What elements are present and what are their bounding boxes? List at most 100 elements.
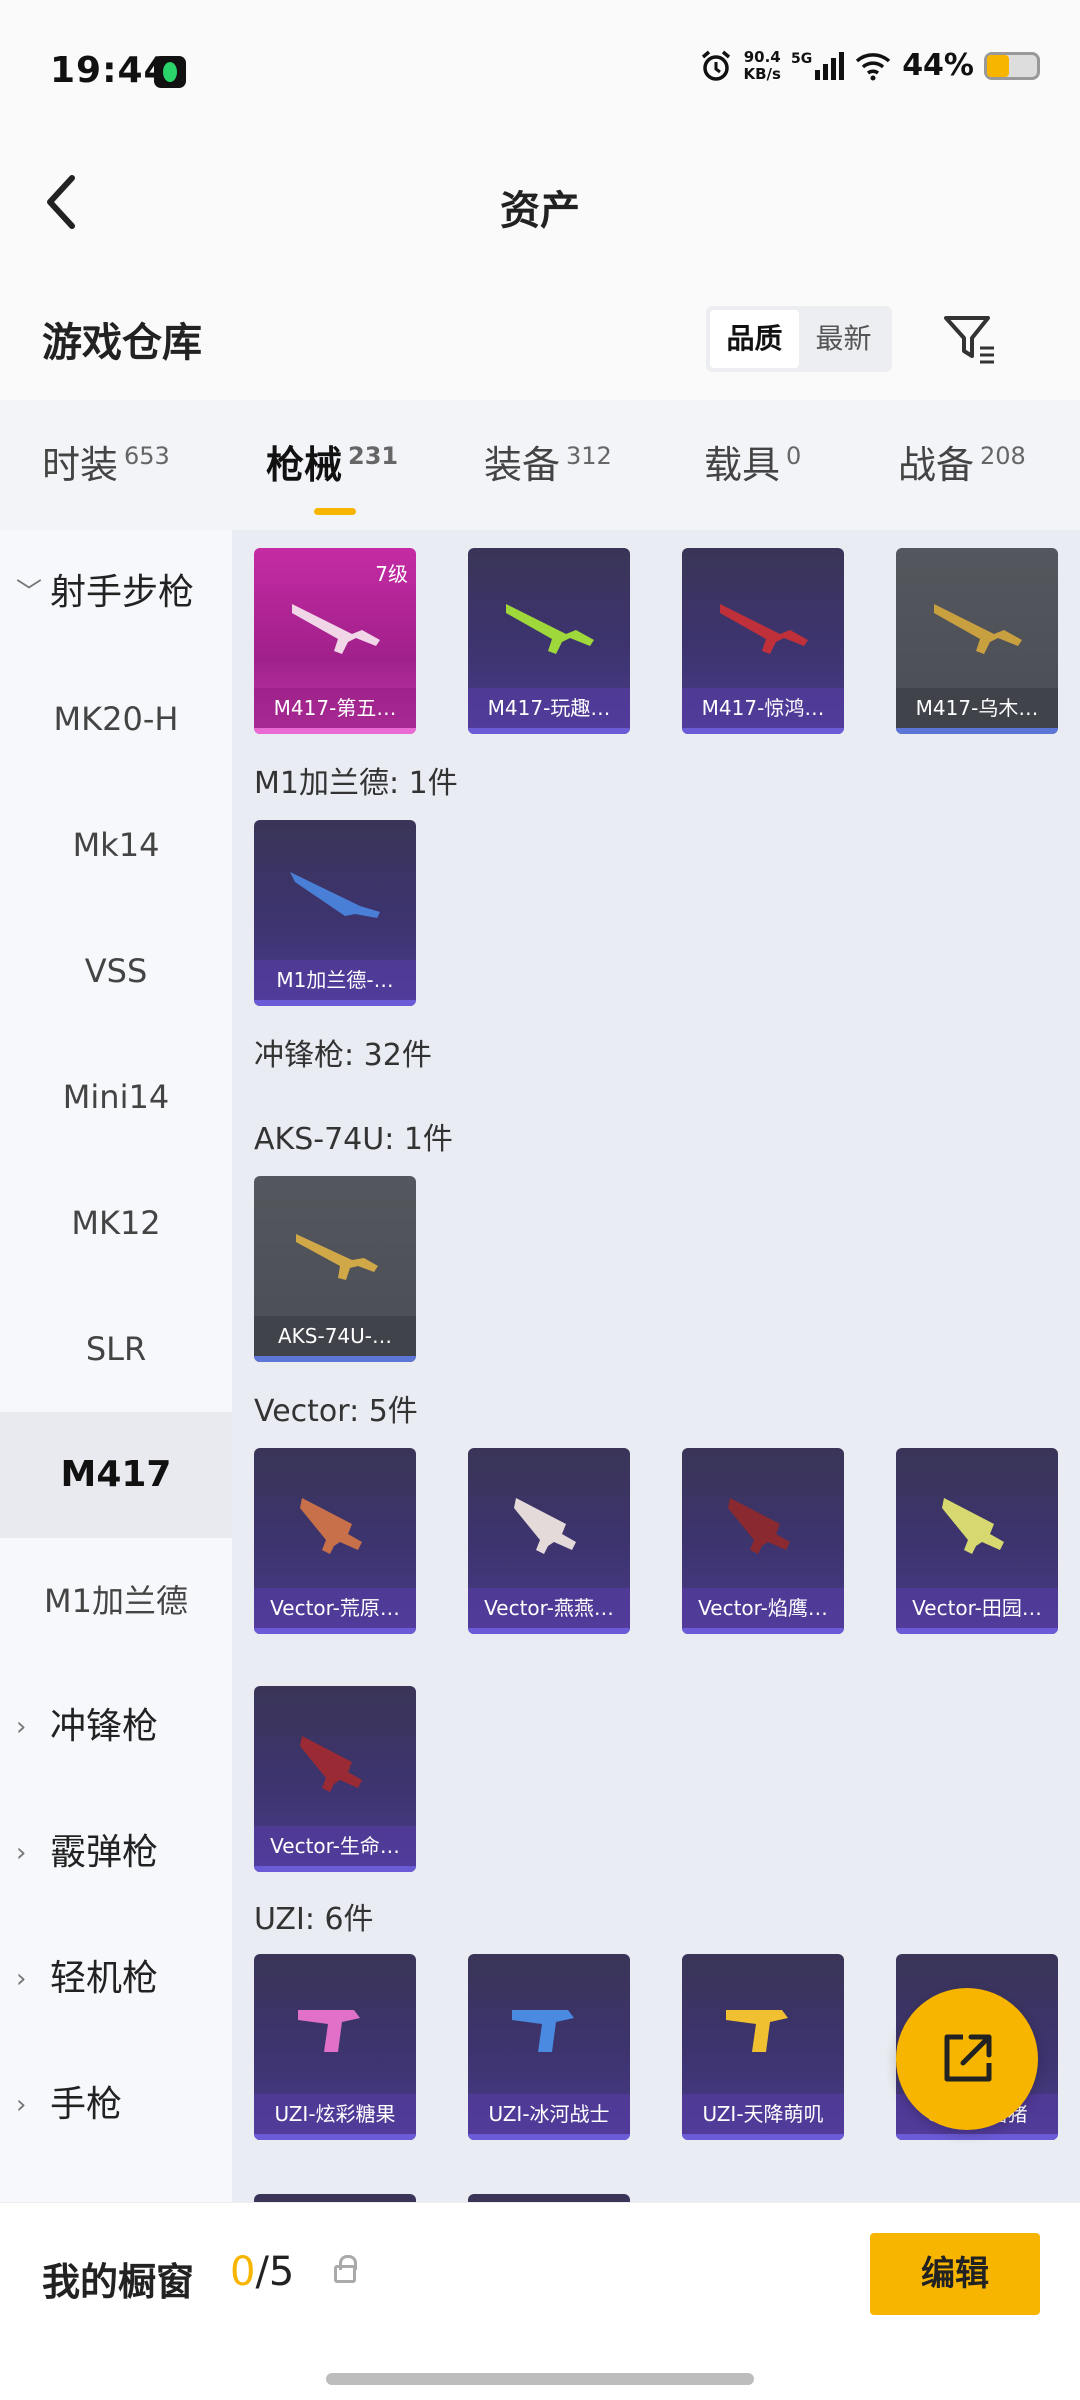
smg-icon [296,1234,378,1280]
item-label: Vector-燕燕… [468,1588,630,1628]
warehouse-title: 游戏仓库 [42,320,202,366]
app-screen: 19:44 90.4 KB/s 5G 44% 资产 游戏仓库 品质 最新 时装 65… [0,0,1080,2400]
rifle-icon [292,604,380,654]
item-level-badge: 7级 [375,562,408,586]
sort-toggle: 品质 最新 [706,306,892,372]
item-card[interactable]: Vector-荒原… [254,1448,416,1634]
smg-icon [942,1498,1004,1554]
alarm-icon [702,50,731,81]
item-label: UZI-冰河战士 [468,2094,630,2134]
item-label: AKS-74U-… [254,1316,416,1356]
sidebar-item-mk12[interactable]: MK12 [0,1160,232,1286]
share-icon [944,2034,992,2082]
sidebar-item-slr[interactable]: SLR [0,1286,232,1412]
item-card[interactable]: Vector-田园… [896,1448,1058,1634]
item-label: UZI-炫彩糖果 [254,2094,416,2134]
nav-header: 资产 [0,140,1080,280]
tab-fashion[interactable]: 时装 653 [42,434,170,489]
battery-icon [984,51,1040,80]
smg-icon [728,1498,790,1554]
tab-supplies[interactable]: 战备 208 [898,434,1026,489]
smg-icon [512,2010,574,2052]
group-header-aks: AKS-74U: 1件 [254,1122,453,1157]
battery-percent: 44% [902,48,974,83]
item-card[interactable]: M417-惊鸿… [682,548,844,734]
status-bar: 19:44 90.4 KB/s 5G 44% [0,0,1080,140]
tab-guns[interactable]: 枪械 231 [266,434,398,515]
sidebar-item-mk14[interactable]: Mk14 [0,782,232,908]
item-label: M417-惊鸿… [682,688,844,728]
smg-icon [726,2010,788,2052]
filter-icon[interactable] [940,308,1000,368]
weapon-sidebar: ﹀ 射手步枪 MK20-H Mk14 VSS Mini14 MK12 SLR M4… [0,530,232,2202]
item-label: Vector-生命… [254,1826,416,1866]
showcase-label: 我的橱窗 [42,2260,195,2304]
tab-vehicles[interactable]: 载具 0 [704,434,801,489]
rifle-icon [506,604,594,654]
tab-equipment[interactable]: 装备 312 [484,434,612,489]
item-label: M417-玩趣… [468,688,630,728]
item-label: Vector-荒原… [254,1588,416,1628]
chevron-right-icon: › [16,2090,27,2120]
chevron-right-icon: › [16,1964,27,1994]
group-header-smg: 冲锋枪: 32件 [254,1038,432,1073]
sidebar-group-smg[interactable]: › 冲锋枪 [0,1664,232,1790]
sidebar-group-dmr[interactable]: ﹀ 射手步枪 [0,530,232,656]
item-card[interactable]: UZI-天降萌叽 [682,1954,844,2140]
smg-icon [300,1498,362,1554]
chevron-right-icon: › [16,1838,27,1868]
item-label: Vector-田园… [896,1588,1058,1628]
signal-icon: 5G [791,51,845,80]
item-label: M1加兰德-… [254,960,416,1000]
item-card[interactable]: Vector-生命… [254,1686,416,1872]
group-header-vector: Vector: 5件 [254,1394,418,1429]
item-label: Vector-焰鹰… [682,1588,844,1628]
showcase-count: 0/5 [230,2249,295,2295]
sidebar-item-vss[interactable]: VSS [0,908,232,1034]
net-speed: 90.4 KB/s [743,47,781,83]
item-card[interactable]: M1加兰德-… [254,820,416,1006]
item-card[interactable]: AKS-74U-… [254,1176,416,1362]
item-label: M417-乌木… [896,688,1058,728]
group-header-m1: M1加兰德: 1件 [254,766,458,801]
wifi-icon [856,52,891,80]
sidebar-item-mini14[interactable]: Mini14 [0,1034,232,1160]
music-app-icon [154,56,186,88]
smg-icon [514,1498,576,1554]
chevron-down-icon: ﹀ [16,578,43,608]
share-button[interactable] [896,1988,1038,2130]
rifle-icon [720,604,808,654]
item-grid: 7级 M417-第五… M417-玩趣… M417-惊鸿… M417-乌木… M… [232,530,1080,2202]
sidebar-item-mk20h[interactable]: MK20-H [0,656,232,782]
item-card[interactable]: Vector-焰鹰… [682,1448,844,1634]
item-card[interactable]: 7级 M417-第五… [254,548,416,734]
item-label: M417-第五… [254,688,416,728]
sidebar-group-pistol[interactable]: › 手枪 [0,2042,232,2168]
item-card[interactable] [468,2194,630,2202]
rifle-icon [934,604,1022,654]
smg-icon [298,2010,360,2052]
category-tabs: 时装 653 枪械 231 装备 312 载具 0 战备 208 [0,400,1080,530]
sort-newest-button[interactable]: 最新 [799,310,888,368]
item-card[interactable]: UZI-冰河战士 [468,1954,630,2140]
sidebar-item-m417[interactable]: M417 [0,1412,232,1538]
sort-quality-button[interactable]: 品质 [710,310,799,368]
sidebar-item-m1-garand[interactable]: M1加兰德 [0,1538,232,1664]
sidebar-group-lmg[interactable]: › 轻机枪 [0,1916,232,2042]
group-header-uzi: UZI: 6件 [254,1902,374,1937]
edit-button[interactable]: 编辑 [870,2233,1040,2315]
item-card[interactable]: Vector-燕燕… [468,1448,630,1634]
item-card[interactable]: UZI-炫彩糖果 [254,1954,416,2140]
status-right: 90.4 KB/s 5G 44% [699,48,1040,83]
item-card[interactable]: M417-乌木… [896,548,1058,734]
status-time: 19:44 [50,50,170,91]
sidebar-group-shotgun[interactable]: › 霰弹枪 [0,1790,232,1916]
item-card[interactable]: M417-玩趣… [468,548,630,734]
warehouse-header: 游戏仓库 品质 最新 [0,280,1080,400]
smg-icon [300,1736,362,1792]
item-card[interactable] [254,2194,416,2202]
page-title: 资产 [500,188,580,234]
rifle-icon [290,872,380,918]
home-indicator[interactable] [326,2373,754,2385]
lock-icon [334,2255,357,2283]
